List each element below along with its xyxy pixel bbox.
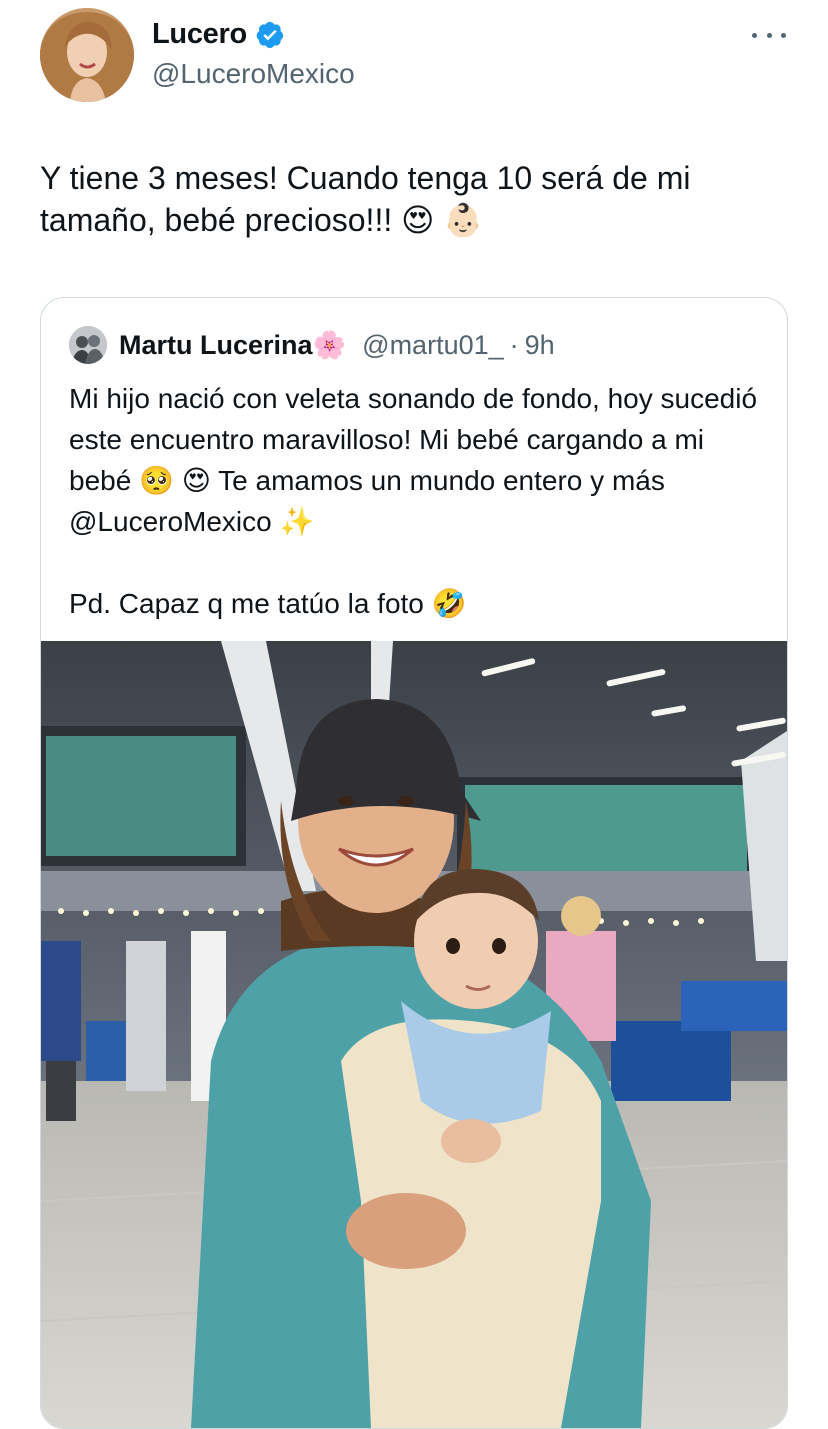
author-avatar[interactable] [40,8,134,102]
quoted-tweet-text: Mi hijo nació con veleta sonando de fond… [69,383,758,619]
separator-dot: · [509,329,519,360]
airport-photo-icon[interactable] [41,641,787,1428]
profile-photo-icon [40,8,134,102]
author-name-row: Lucero [152,18,285,51]
avatar-photo-icon [69,326,107,364]
quoted-tweet-card[interactable]: Martu Lucerina🌸 @martu01_ · 9h Mi hijo n… [40,297,788,1429]
more-horizontal-icon [752,32,757,38]
quoted-tweet-header: Martu Lucerina🌸 @martu01_ · 9h [69,326,555,364]
more-options-button[interactable] [752,22,786,48]
quoted-author-handle[interactable]: @martu01_ [362,330,503,361]
quoted-author-avatar[interactable] [69,326,107,364]
author-name[interactable]: Lucero [152,18,247,51]
author-handle[interactable]: @LuceroMexico [152,58,355,90]
tweet-text: Y tiene 3 meses! Cuando tenga 10 será de… [40,160,700,238]
quoted-author-name[interactable]: Martu Lucerina🌸 [119,329,346,361]
quoted-timestamp[interactable]: 9h [525,330,555,361]
verified-badge-icon [256,21,284,48]
